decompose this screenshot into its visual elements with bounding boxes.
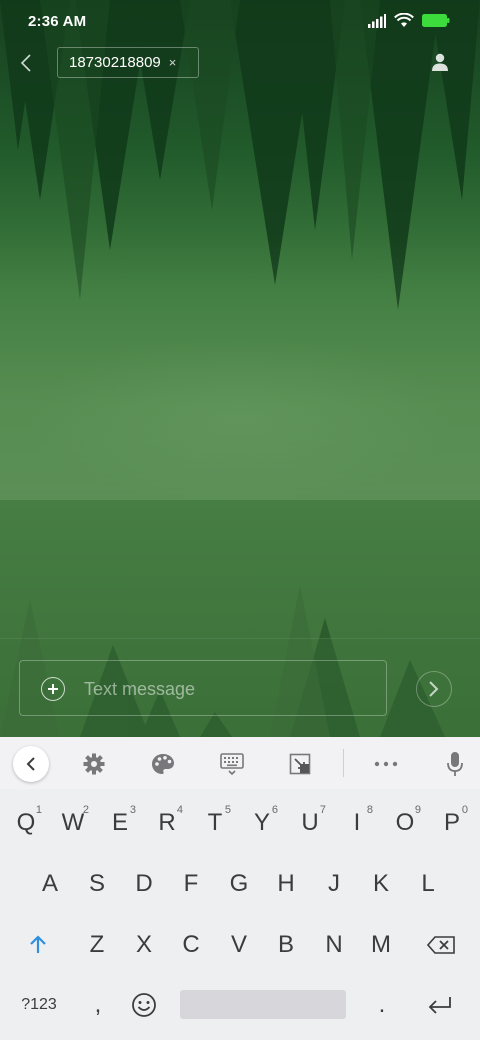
palette-icon — [152, 754, 174, 774]
key-l[interactable]: L — [406, 859, 450, 909]
keyboard-toolbar — [0, 737, 480, 789]
emoji-key[interactable] — [122, 980, 166, 1030]
remove-recipient-icon[interactable]: × — [169, 55, 177, 70]
key-v[interactable]: V — [217, 920, 261, 970]
collapse-icon — [26, 757, 35, 771]
key-i[interactable]: I8 — [335, 798, 379, 848]
voice-input-button[interactable] — [442, 751, 468, 777]
theme-button[interactable] — [150, 751, 176, 777]
status-icons — [368, 13, 450, 28]
person-icon — [432, 53, 448, 71]
key-k[interactable]: K — [359, 859, 403, 909]
backspace-icon — [427, 936, 455, 954]
symbols-key[interactable]: ?123 — [14, 980, 64, 1030]
toolbar-divider — [343, 749, 344, 777]
signal-icon — [368, 13, 386, 28]
enter-icon — [428, 997, 451, 1014]
key-t[interactable]: T5 — [193, 798, 237, 848]
wallpaper — [0, 0, 480, 737]
compose-box — [19, 660, 387, 716]
key-d[interactable]: D — [122, 859, 166, 909]
key-r[interactable]: R4 — [145, 798, 189, 848]
plus-circle-icon — [48, 684, 58, 694]
keyboard-layout-button[interactable] — [219, 751, 245, 777]
key-w[interactable]: W2 — [51, 798, 95, 848]
key-e[interactable]: E3 — [98, 798, 142, 848]
resize-icon — [289, 753, 311, 775]
contact-button[interactable] — [430, 52, 450, 72]
shift-arrow-icon — [30, 935, 46, 953]
more-options-button[interactable] — [373, 751, 399, 777]
comma-key[interactable]: , — [76, 980, 120, 1030]
status-bar: 2:36 AM — [0, 0, 480, 42]
chevron-left-icon — [20, 54, 31, 72]
shift-key[interactable] — [16, 920, 60, 970]
mic-icon — [447, 752, 463, 776]
status-time: 2:36 AM — [28, 13, 87, 30]
chevron-right-icon — [429, 681, 439, 697]
spacebar[interactable] — [180, 990, 346, 1019]
key-c[interactable]: C — [169, 920, 213, 970]
message-input[interactable] — [84, 675, 374, 703]
period-key[interactable]: . — [360, 980, 404, 1030]
resize-button[interactable] — [287, 751, 313, 777]
key-n[interactable]: N — [312, 920, 356, 970]
key-h[interactable]: H — [264, 859, 308, 909]
gear-icon — [83, 753, 105, 775]
key-s[interactable]: S — [75, 859, 119, 909]
recipient-number: 18730218809 — [69, 54, 161, 71]
key-x[interactable]: X — [122, 920, 166, 970]
recipient-chip[interactable]: 18730218809 × — [57, 47, 199, 78]
key-f[interactable]: F — [169, 859, 213, 909]
key-j[interactable]: J — [312, 859, 356, 909]
key-a[interactable]: A — [28, 859, 72, 909]
key-z[interactable]: Z — [75, 920, 119, 970]
key-b[interactable]: B — [264, 920, 308, 970]
keyboard: Q1 W2 E3 R4 T5 Y6 U7 I8 O9 P0 A S D F G … — [0, 737, 480, 1040]
attach-button[interactable] — [41, 677, 65, 701]
backspace-key[interactable] — [419, 920, 463, 970]
emoji-icon — [132, 993, 156, 1017]
key-o[interactable]: O9 — [383, 798, 427, 848]
key-p[interactable]: P0 — [430, 798, 474, 848]
settings-button[interactable] — [81, 751, 107, 777]
key-y[interactable]: Y6 — [240, 798, 284, 848]
wifi-icon — [394, 13, 414, 27]
battery-icon — [422, 14, 450, 27]
key-q[interactable]: Q1 — [4, 798, 48, 848]
send-button[interactable] — [416, 671, 452, 707]
collapse-suggestions-button[interactable] — [13, 746, 49, 782]
key-u[interactable]: U7 — [288, 798, 332, 848]
forest-illustration — [0, 0, 480, 737]
back-button[interactable] — [12, 48, 40, 78]
key-m[interactable]: M — [359, 920, 403, 970]
enter-key[interactable] — [418, 980, 462, 1030]
more-icon — [374, 761, 398, 767]
keyboard-icon — [220, 753, 244, 775]
key-g[interactable]: G — [217, 859, 261, 909]
